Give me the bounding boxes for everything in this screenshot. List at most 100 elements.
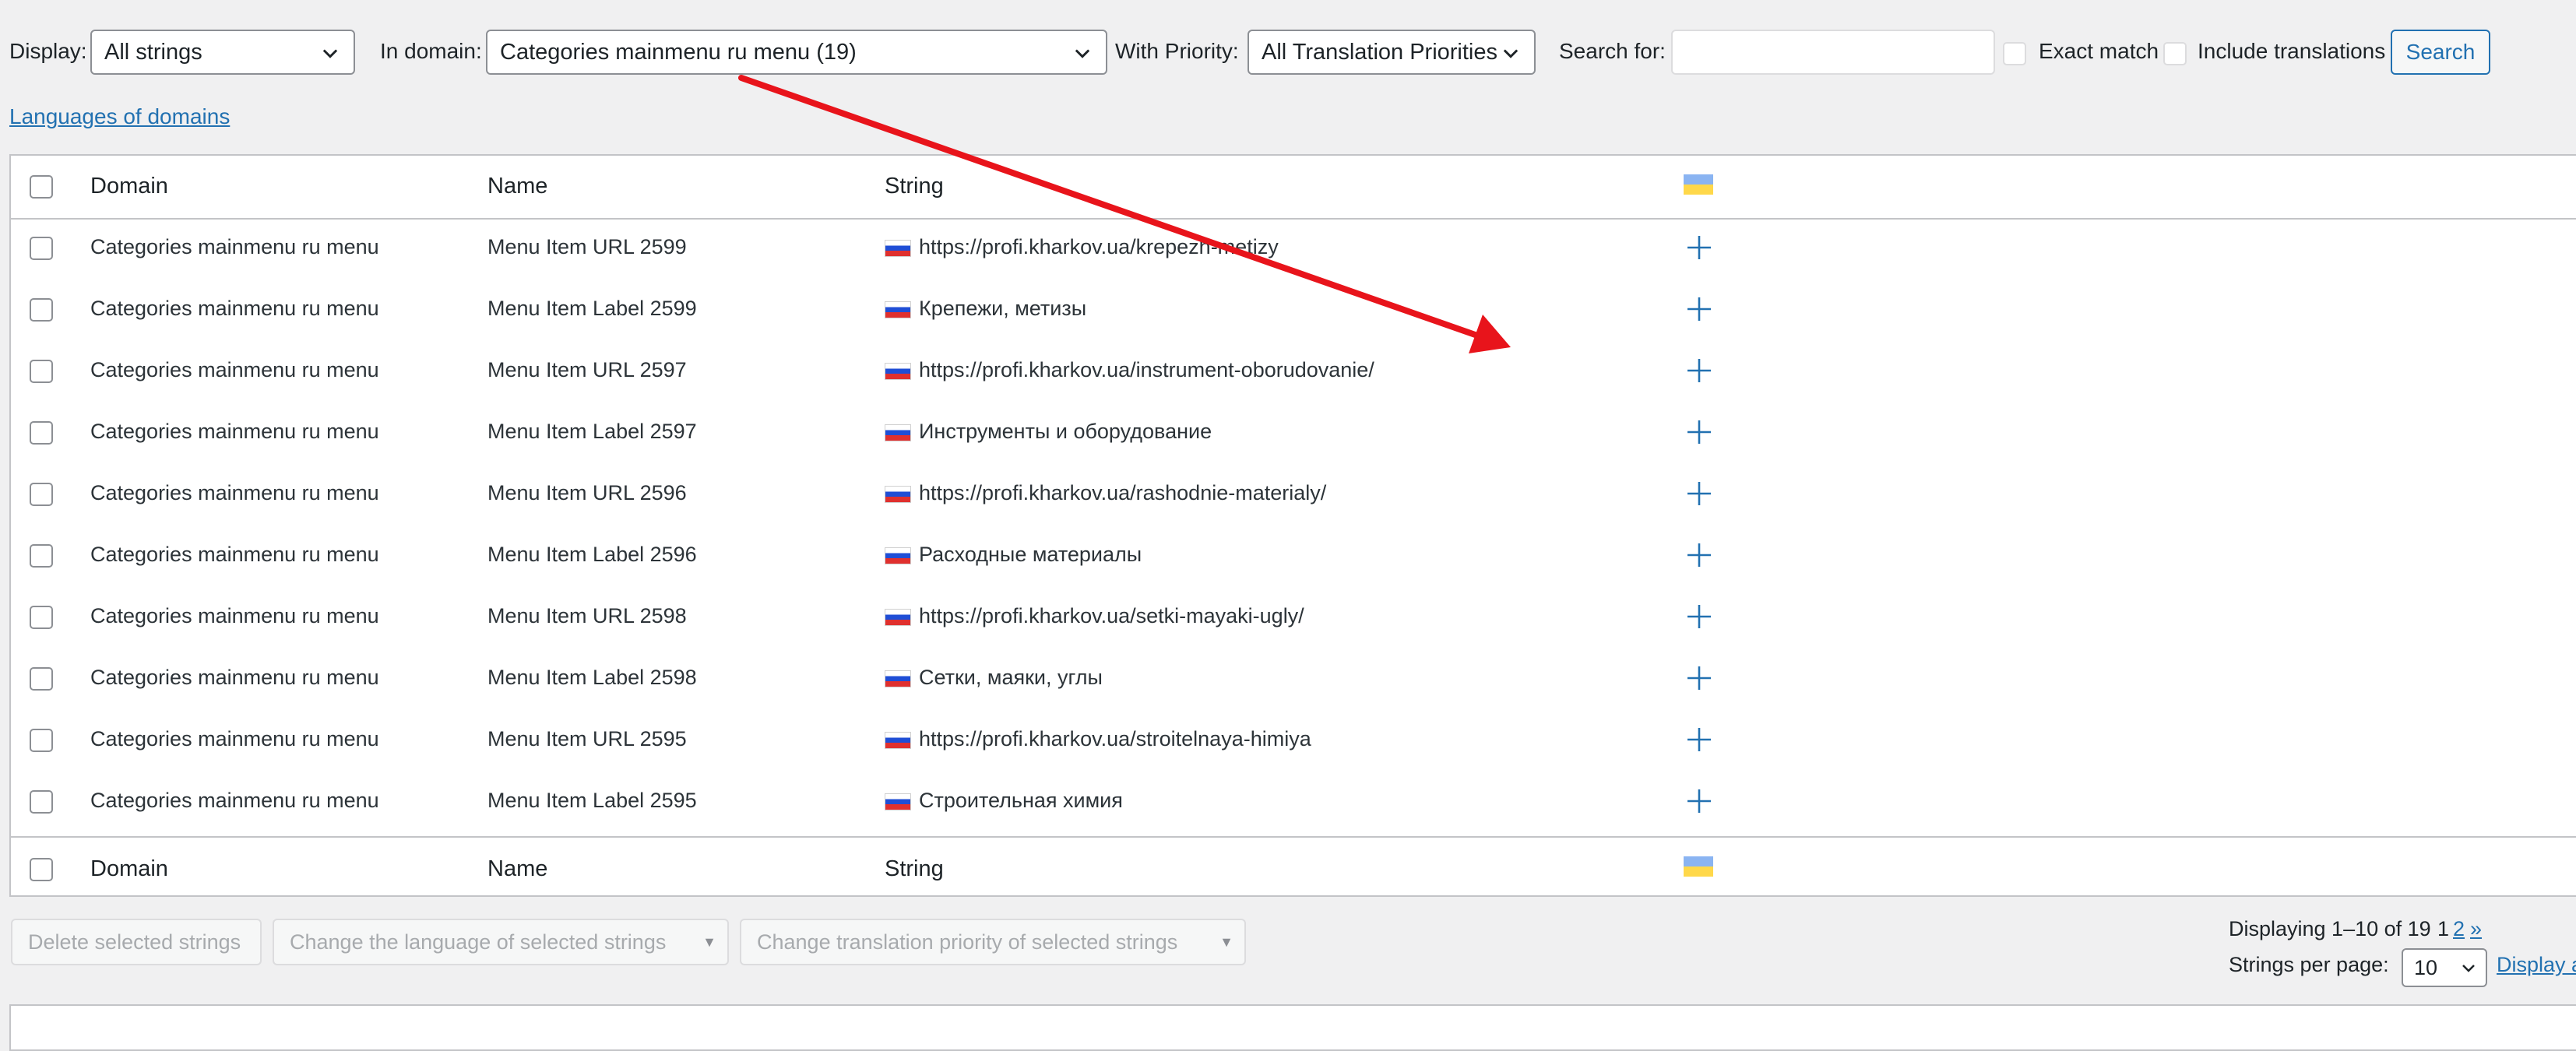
select-all-checkbox-footer[interactable] [30,858,53,881]
column-footer-name[interactable]: Name [487,856,547,882]
row-string: Расходные материалы [885,543,1142,567]
russia-flag-icon [885,608,911,626]
table-row: Categories mainmenu ru menu Menu Item URL… [11,464,2576,526]
delete-selected-button[interactable]: Delete selected strings [11,919,262,965]
row-string: https://profi.kharkov.ua/instrument-obor… [885,358,1374,382]
row-checkbox[interactable] [30,483,53,506]
russia-flag-icon [885,362,911,380]
add-translation-plus-icon[interactable] [1685,357,1713,385]
select-all-checkbox[interactable] [30,175,53,199]
row-name: Menu Item URL 2596 [487,481,687,504]
add-translation-plus-icon[interactable] [1685,541,1713,569]
row-name: Menu Item URL 2595 [487,727,687,750]
chevron-down-icon [1075,49,1090,58]
domain-select-value: Categories mainmenu ru menu (19) [500,40,857,65]
chevron-down-icon [322,49,338,58]
row-checkbox[interactable] [30,237,53,260]
row-checkbox[interactable] [30,360,53,383]
table-row: Categories mainmenu ru menu Menu Item URL… [11,587,2576,649]
add-translation-plus-icon[interactable] [1685,787,1713,815]
table-footer: Domain Name String [11,836,2576,898]
table-row: Categories mainmenu ru menu Menu Item Lab… [11,402,2576,464]
add-translation-plus-icon[interactable] [1685,726,1713,754]
row-string: https://profi.kharkov.ua/rashodnie-mater… [885,481,1326,505]
row-domain: Categories mainmenu ru menu [90,727,379,750]
row-checkbox[interactable] [30,790,53,814]
row-string-text: https://profi.kharkov.ua/stroitelnaya-hi… [919,727,1311,750]
russia-flag-icon [885,485,911,503]
row-name: Menu Item URL 2598 [487,604,687,627]
row-string-text: Сетки, маяки, углы [919,666,1103,689]
display-all-link[interactable]: Display a [2497,953,2576,977]
table-row: Categories mainmenu ru menu Menu Item URL… [11,218,2576,279]
russia-flag-icon [885,424,911,441]
filter-bar: Display: All strings In domain: Categori… [0,30,2576,78]
row-string: Крепежи, метизы [885,297,1086,321]
add-translation-plus-icon[interactable] [1685,603,1713,631]
column-header-domain[interactable]: Domain [90,174,168,199]
row-name: Menu Item URL 2597 [487,358,687,381]
row-domain: Categories mainmenu ru menu [90,789,379,812]
domain-label: In domain: [380,39,482,63]
caret-down-icon: ▼ [702,934,716,950]
add-translation-plus-icon[interactable] [1685,664,1713,692]
next-page-link[interactable]: » [2470,917,2482,941]
languages-of-domains-link[interactable]: Languages of domains [9,104,230,129]
russia-flag-icon [885,731,911,749]
ukraine-flag-icon [1684,856,1713,877]
row-domain: Categories mainmenu ru menu [90,235,379,258]
search-button[interactable]: Search [2391,30,2490,75]
row-checkbox[interactable] [30,421,53,445]
row-string: Сетки, маяки, углы [885,666,1103,690]
row-string: https://profi.kharkov.ua/stroitelnaya-hi… [885,727,1311,751]
page-2-link[interactable]: 2 [2453,917,2465,941]
column-footer-domain[interactable]: Domain [90,856,168,882]
row-string-text: https://profi.kharkov.ua/instrument-obor… [919,358,1374,381]
row-checkbox[interactable] [30,298,53,322]
include-translations-label: Include translations [2198,39,2386,63]
include-translations-checkbox[interactable] [2163,42,2187,65]
row-string: https://profi.kharkov.ua/krepezh-metizy [885,235,1279,259]
priority-select[interactable]: All Translation Priorities [1248,30,1536,75]
table-row: Categories mainmenu ru menu Menu Item Lab… [11,279,2576,341]
row-name: Menu Item Label 2595 [487,789,697,812]
row-string-text: Инструменты и оборудование [919,420,1212,443]
per-page-value: 10 [2414,956,2438,979]
row-checkbox[interactable] [30,606,53,629]
table-row: Categories mainmenu ru menu Menu Item Lab… [11,772,2576,833]
domain-select[interactable]: Categories mainmenu ru menu (19) [486,30,1107,75]
row-string: https://profi.kharkov.ua/setki-mayaki-ug… [885,604,1304,628]
add-translation-plus-icon[interactable] [1685,418,1713,446]
row-checkbox[interactable] [30,544,53,568]
column-header-name[interactable]: Name [487,174,547,199]
current-page: 1 [2437,917,2450,940]
russia-flag-icon [885,239,911,257]
russia-flag-icon [885,670,911,687]
change-priority-select[interactable]: Change translation priority of selected … [740,919,1246,965]
row-domain: Categories mainmenu ru menu [90,358,379,381]
per-page-select[interactable]: 10 [2402,948,2487,987]
strings-table: Domain Name String Categories mainmenu r… [9,154,2576,897]
bottom-panel [9,1004,2576,1051]
row-string-text: https://profi.kharkov.ua/setki-mayaki-ug… [919,604,1304,627]
row-checkbox[interactable] [30,729,53,752]
exact-match-checkbox[interactable] [2003,42,2026,65]
add-translation-plus-icon[interactable] [1685,480,1713,508]
row-name: Menu Item Label 2597 [487,420,697,443]
row-domain: Categories mainmenu ru menu [90,666,379,689]
chevron-down-icon [1503,49,1519,58]
row-string-text: Строительная химия [919,789,1123,812]
change-language-select[interactable]: Change the language of selected strings … [273,919,729,965]
display-select[interactable]: All strings [90,30,355,75]
search-input[interactable] [1671,30,1995,75]
row-string-text: https://profi.kharkov.ua/rashodnie-mater… [919,481,1327,504]
add-translation-plus-icon[interactable] [1685,295,1713,323]
column-footer-string[interactable]: String [885,856,944,882]
table-row: Categories mainmenu ru menu Menu Item URL… [11,710,2576,772]
per-page-label: Strings per page: [2229,953,2389,976]
row-checkbox[interactable] [30,667,53,691]
add-translation-plus-icon[interactable] [1685,234,1713,262]
row-domain: Categories mainmenu ru menu [90,297,379,320]
row-domain: Categories mainmenu ru menu [90,604,379,627]
column-header-string[interactable]: String [885,174,944,199]
